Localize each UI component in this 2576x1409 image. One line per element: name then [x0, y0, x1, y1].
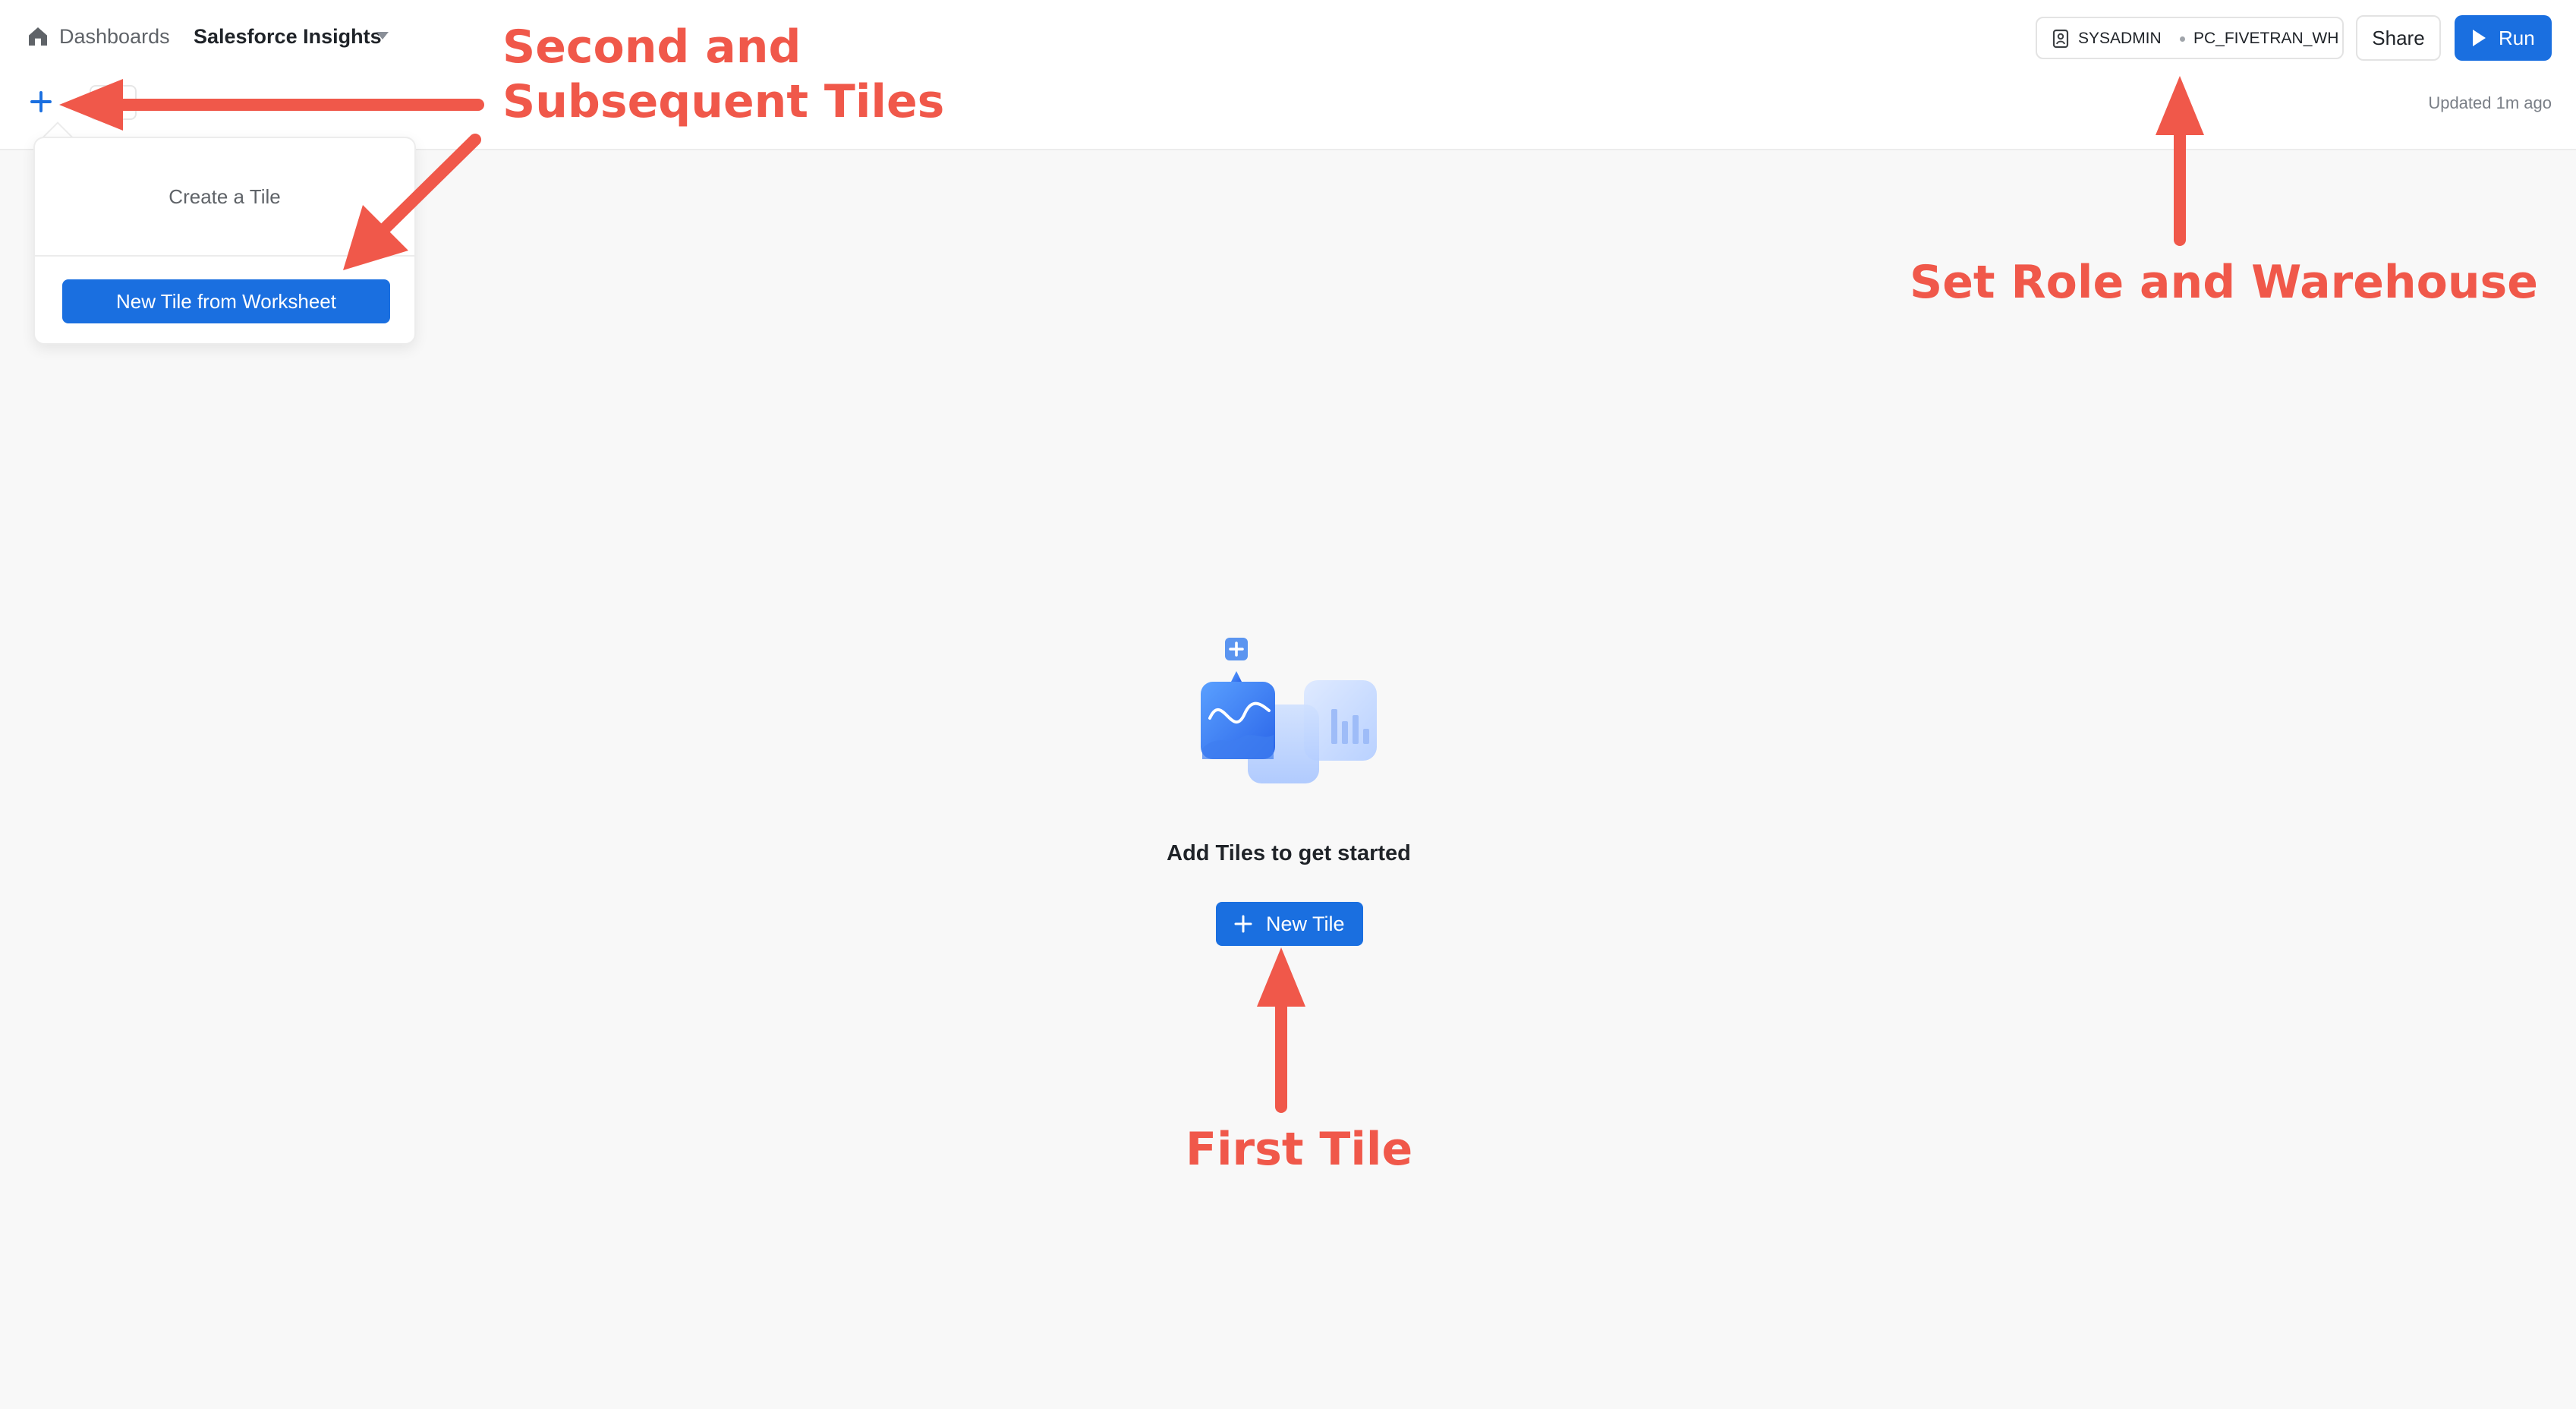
- tiles-illustration: [1201, 638, 1377, 783]
- dashboard-title[interactable]: Salesforce Insights: [194, 23, 382, 50]
- home-icon[interactable]: [26, 24, 50, 49]
- new-tile-label: New Tile: [1266, 913, 1345, 935]
- popover-title: Create a Tile: [168, 185, 281, 208]
- breadcrumb-dashboards[interactable]: Dashboards: [59, 23, 170, 50]
- annotation-second-tiles: Second and Subsequent Tiles: [502, 20, 988, 129]
- new-tile-button[interactable]: New Tile: [1216, 902, 1363, 946]
- create-tile-popover: Create a Tile New Tile from Worksheet: [33, 137, 416, 345]
- empty-state-title: Add Tiles to get started: [1167, 841, 1411, 865]
- annotation-first-tile: First Tile: [1186, 1123, 1413, 1176]
- annotation-second-line1: Second and: [502, 20, 801, 74]
- app-window: Dashboards Salesforce Insights SYSADMIN …: [0, 0, 2576, 1409]
- add-tile-plus-icon[interactable]: [27, 88, 55, 115]
- popover-divider: [35, 255, 414, 257]
- chevron-down-icon[interactable]: [376, 32, 389, 39]
- annotation-role-warehouse: Set Role and Warehouse: [1910, 256, 2538, 309]
- annotation-second-line2: Subsequent Tiles: [502, 75, 945, 128]
- role-warehouse-selector[interactable]: SYSADMIN PC_FIVETRAN_WH: [2036, 17, 2344, 59]
- play-icon: [2473, 30, 2486, 46]
- warehouse-label: PC_FIVETRAN_WH: [2193, 30, 2339, 47]
- share-button[interactable]: Share: [2356, 15, 2441, 61]
- filter-chip[interactable]: [90, 85, 137, 120]
- role-icon: [2052, 29, 2069, 49]
- plus-icon: [1234, 915, 1252, 933]
- run-label: Run: [2499, 27, 2535, 49]
- separator-dot: [2180, 36, 2185, 42]
- new-tile-from-worksheet-button[interactable]: New Tile from Worksheet: [62, 279, 390, 323]
- role-label: SYSADMIN: [2078, 30, 2162, 47]
- run-button[interactable]: Run: [2455, 15, 2552, 61]
- updated-timestamp: Updated 1m ago: [2428, 93, 2552, 112]
- top-bar: Dashboards Salesforce Insights SYSADMIN …: [0, 0, 2576, 150]
